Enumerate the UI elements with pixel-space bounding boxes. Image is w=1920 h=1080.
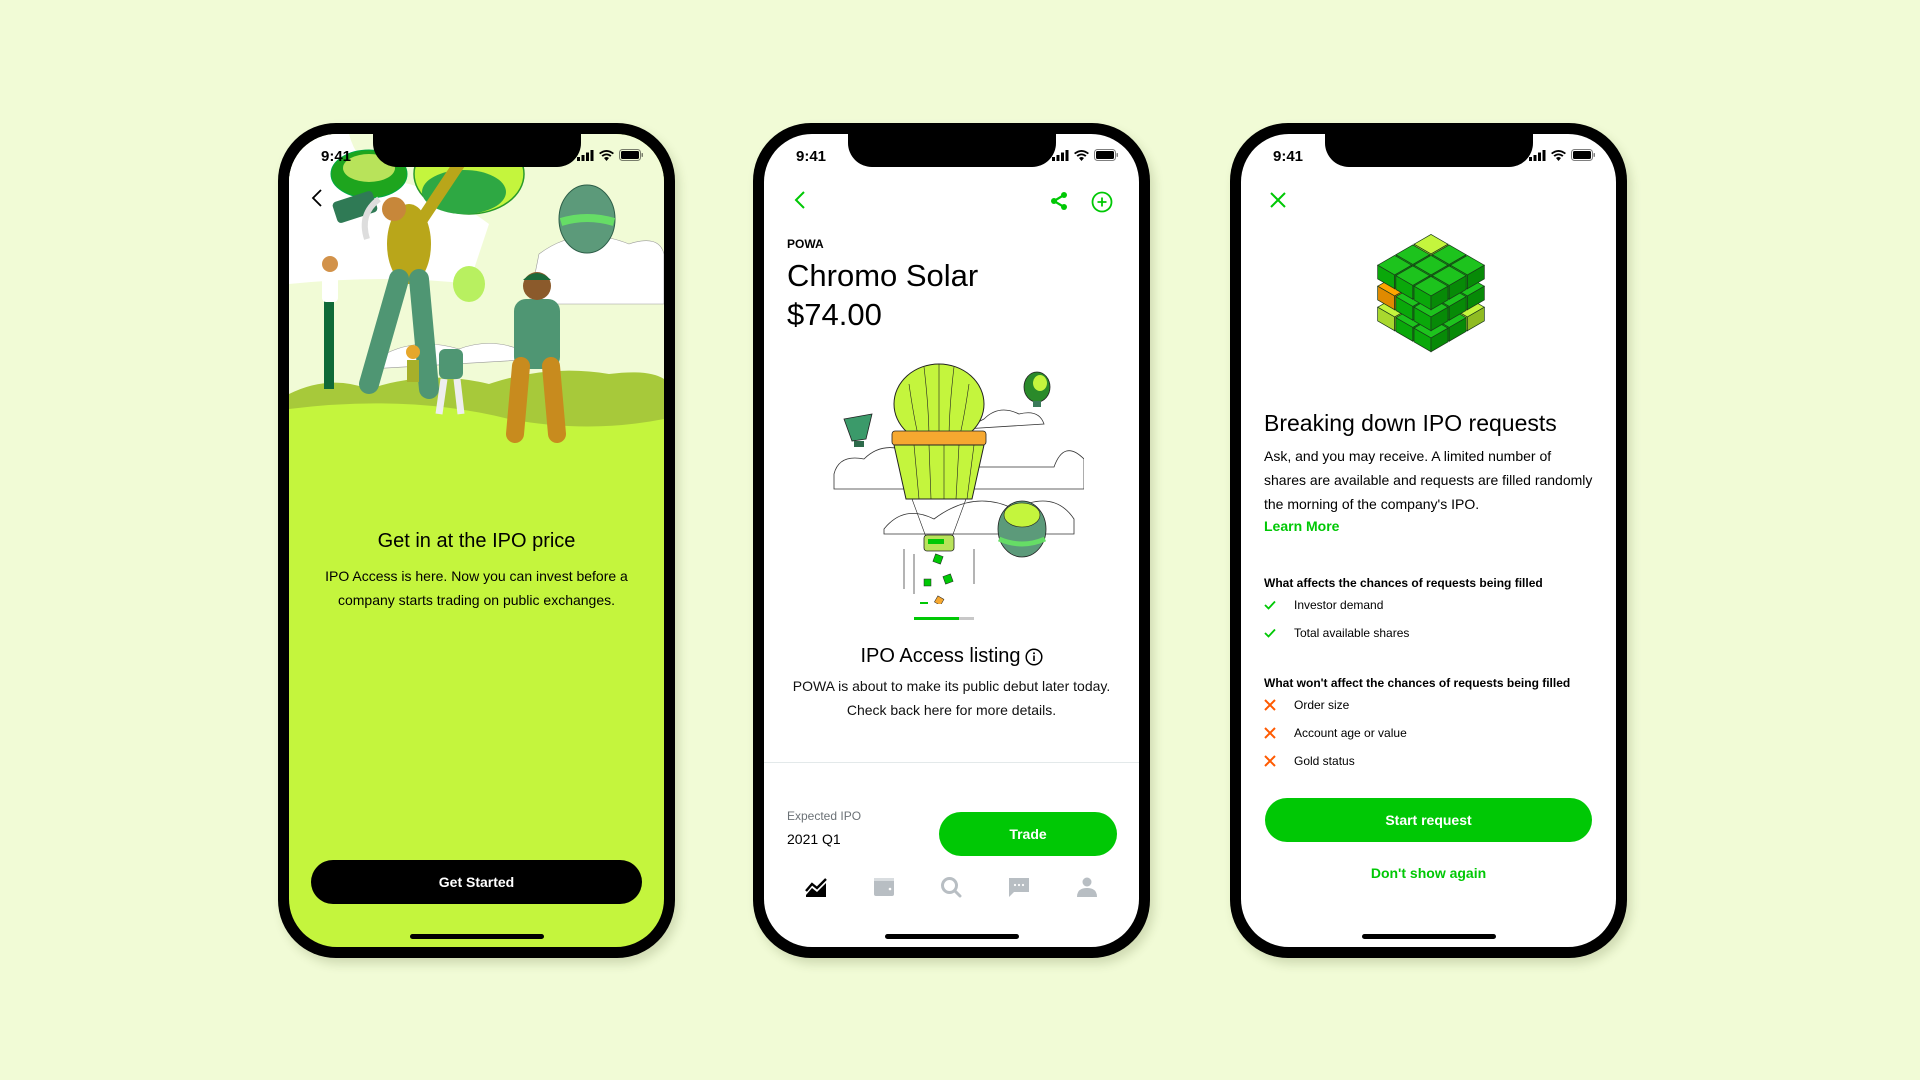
- signal-icon: [1052, 149, 1069, 161]
- notch: [847, 134, 1056, 167]
- plus-circle-icon[interactable]: [1091, 191, 1113, 213]
- notch: [1324, 134, 1533, 167]
- signal-icon: [577, 149, 594, 161]
- not-affects-heading: What won't affect the chances of request…: [1264, 676, 1571, 690]
- affects-heading: What affects the chances of requests bei…: [1264, 576, 1543, 590]
- close-icon[interactable]: [1269, 191, 1287, 209]
- chevron-left-icon[interactable]: [311, 188, 323, 208]
- battery-icon: [1094, 149, 1118, 161]
- listing-description: POWA is about to make its public debut l…: [792, 678, 1111, 718]
- expected-ipo-value: 2021 Q1: [787, 831, 841, 847]
- listing-heading: IPO Access listing: [764, 645, 1139, 668]
- status-icons: [1529, 149, 1596, 161]
- phone-listing: 9:41 POWA Chromo Solar $74.00 IPO Access…: [753, 123, 1150, 958]
- stock-price: $74.00: [787, 297, 882, 332]
- notch: [372, 134, 581, 167]
- carousel-progress: [914, 617, 974, 620]
- nav-item-search[interactable]: [936, 872, 966, 902]
- affects-item-label: Investor demand: [1294, 598, 1384, 612]
- intro-screen: 9:41 Get in at the IPO price IPO Access …: [289, 134, 664, 947]
- home-indicator: [884, 934, 1019, 939]
- not-affects-item: Gold status: [1264, 754, 1355, 768]
- affects-item: Total available shares: [1264, 626, 1409, 640]
- bottom-nav: [764, 872, 1139, 902]
- nav-item-chart[interactable]: [801, 872, 831, 902]
- ipo-requests-screen: 9:41 Breaking down IPO requests Ask, and…: [1241, 134, 1616, 947]
- learn-more-link[interactable]: Learn More: [1264, 518, 1339, 534]
- share-icon[interactable]: [1049, 191, 1069, 211]
- battery-icon: [1571, 149, 1595, 161]
- check-icon: [1264, 600, 1276, 610]
- company-name: Chromo Solar: [787, 258, 979, 293]
- not-affects-item: Order size: [1264, 698, 1349, 712]
- x-icon: [1264, 699, 1276, 711]
- status-icons: [1052, 149, 1119, 161]
- account-icon: [1077, 877, 1098, 897]
- chart-icon: [804, 878, 827, 897]
- not-affects-item: Account age or value: [1264, 726, 1407, 740]
- not-affects-item-label: Gold status: [1294, 754, 1355, 768]
- affects-item: Investor demand: [1264, 598, 1383, 612]
- wifi-icon: [599, 149, 614, 161]
- wifi-icon: [1551, 149, 1566, 161]
- wallet-icon: [873, 878, 894, 896]
- intro-body: IPO Access is here. Now you can invest b…: [325, 568, 628, 608]
- x-icon: [1264, 755, 1276, 767]
- dont-show-again-link[interactable]: Don't show again: [1241, 865, 1616, 881]
- hot-air-balloon-illustration: [833, 363, 1084, 604]
- status-time: 9:41: [321, 148, 352, 165]
- status-icons: [577, 149, 644, 161]
- divider: [764, 762, 1139, 763]
- start-request-button[interactable]: Start request: [1265, 798, 1592, 842]
- affects-item-label: Total available shares: [1294, 626, 1410, 640]
- search-icon: [941, 877, 962, 898]
- status-time: 9:41: [1273, 148, 1304, 165]
- listing-screen: 9:41 POWA Chromo Solar $74.00 IPO Access…: [764, 134, 1139, 947]
- messages-icon: [1009, 878, 1030, 897]
- intro-title: Get in at the IPO price: [377, 530, 576, 552]
- status-time: 9:41: [796, 148, 827, 165]
- ticker-symbol: POWA: [787, 237, 824, 251]
- not-affects-item-label: Account age or value: [1294, 726, 1407, 740]
- chevron-left-icon[interactable]: [794, 190, 806, 210]
- home-indicator: [409, 934, 544, 939]
- phone-intro: 9:41 Get in at the IPO price IPO Access …: [278, 123, 675, 958]
- get-started-button[interactable]: Get Started: [311, 860, 642, 904]
- nav-item-messages[interactable]: [1004, 872, 1034, 902]
- nav-item-account[interactable]: [1072, 872, 1102, 902]
- carousel-progress-fill: [914, 617, 959, 620]
- home-indicator: [1361, 934, 1496, 939]
- battery-icon: [619, 149, 643, 161]
- info-icon[interactable]: [1024, 647, 1043, 666]
- check-icon: [1264, 628, 1276, 638]
- expected-ipo-label: Expected IPO: [787, 809, 862, 823]
- trade-button[interactable]: Trade: [939, 812, 1117, 856]
- not-affects-item-label: Order size: [1294, 698, 1350, 712]
- ipo-requests-title: Breaking down IPO requests: [1264, 410, 1557, 436]
- wifi-icon: [1074, 149, 1089, 161]
- nav-item-wallet[interactable]: [869, 872, 899, 902]
- x-icon: [1264, 727, 1276, 739]
- people-balloons-illustration: [289, 134, 664, 494]
- listing-title: IPO Access listing: [860, 645, 1021, 667]
- ipo-requests-body: Ask, and you may receive. A limited numb…: [1264, 448, 1593, 512]
- cube-puzzle-illustration: [1376, 233, 1486, 353]
- signal-icon: [1529, 149, 1546, 161]
- phone-ipo-requests: 9:41 Breaking down IPO requests Ask, and…: [1230, 123, 1627, 958]
